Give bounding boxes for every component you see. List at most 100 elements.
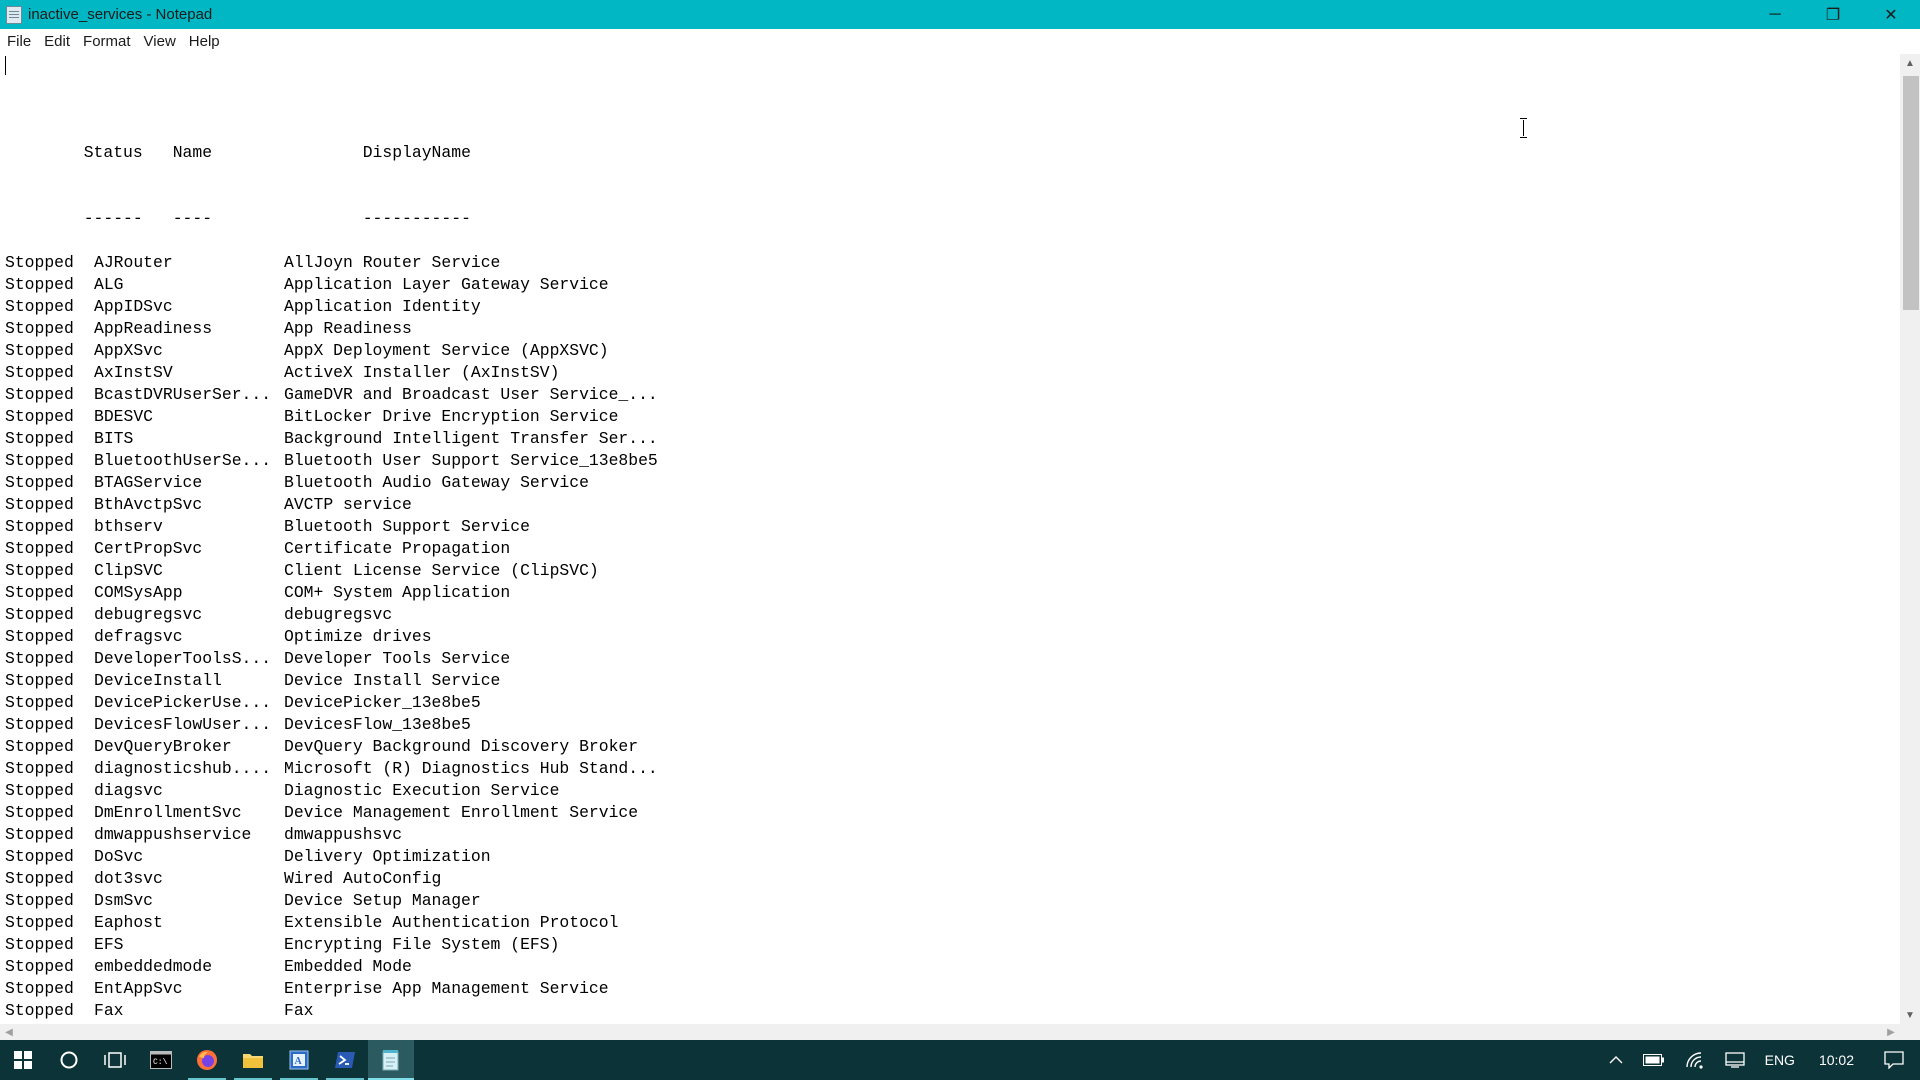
battery-button[interactable] (1633, 1040, 1675, 1080)
service-name: DevicePickerUse... (94, 693, 272, 712)
service-display-name: Bluetooth Audio Gateway Service (284, 473, 589, 492)
windows-start-icon (14, 1051, 32, 1069)
service-display-name: DevicesFlow_13e8be5 (284, 715, 471, 734)
service-row: Stopped DmEnrollmentSvc Device Management … (5, 802, 658, 824)
menu-bar: File Edit Format View Help (0, 29, 1920, 54)
taskbar-notepad[interactable] (368, 1040, 414, 1080)
service-display-name: Client License Service (ClipSVC) (284, 561, 599, 580)
service-status: Stopped (5, 253, 74, 272)
service-name: ALG (94, 275, 124, 294)
scroll-down-arrow-icon[interactable]: ▼ (1900, 1006, 1920, 1024)
service-name: AppXSvc (94, 341, 163, 360)
service-row: Stopped diagnosticshub.... Microsoft (R) D… (5, 758, 658, 780)
display-button[interactable] (1715, 1040, 1755, 1080)
cortana-button[interactable] (46, 1040, 92, 1080)
task-view-button[interactable] (92, 1040, 138, 1080)
service-name: dot3svc (94, 869, 163, 888)
service-display-name: ActiveX Installer (AxInstSV) (284, 363, 560, 382)
menu-edit[interactable]: Edit (37, 29, 76, 54)
service-row: Stopped DeviceInstall Device Install Servi… (5, 670, 658, 692)
clock-button[interactable]: 10:02 (1805, 1040, 1868, 1080)
battery-icon (1642, 1054, 1664, 1066)
taskbar-wordpad[interactable]: A (276, 1040, 322, 1080)
minimize-button[interactable]: ─ (1746, 0, 1804, 29)
taskbar-powershell[interactable] (322, 1040, 368, 1080)
start-button[interactable] (0, 1040, 46, 1080)
service-status: Stopped (5, 451, 74, 470)
service-status: Stopped (5, 385, 74, 404)
service-status: Stopped (5, 891, 74, 910)
scroll-right-arrow-icon[interactable]: ▶ (1882, 1024, 1900, 1040)
ibeam-cursor-icon (1519, 118, 1528, 138)
task-view-icon (104, 1052, 126, 1068)
taskbar-file-explorer[interactable] (230, 1040, 276, 1080)
service-display-name: Microsoft (R) Diagnostics Hub Stand... (284, 759, 658, 778)
close-button[interactable]: ✕ (1862, 0, 1920, 29)
service-status: Stopped (5, 935, 74, 954)
service-status: Stopped (5, 341, 74, 360)
scroll-left-arrow-icon[interactable]: ◀ (0, 1024, 18, 1040)
service-display-name: dmwappushsvc (284, 825, 403, 844)
vertical-scroll-thumb[interactable] (1903, 76, 1919, 310)
service-name: DevQueryBroker (94, 737, 232, 756)
service-row: Stopped DeveloperToolsS... Developer Tools… (5, 648, 658, 670)
service-name: EntAppSvc (94, 979, 183, 998)
text-editor[interactable]: Status Name DisplayName ------ ---- --------… (0, 54, 1900, 1024)
service-row: Stopped BcastDVRUserSer... GameDVR and Bro… (5, 384, 658, 406)
taskbar-terminal[interactable]: C:\ (138, 1040, 184, 1080)
title-bar[interactable]: inactive_services - Notepad ─ ❐ ✕ (0, 0, 1920, 29)
network-button[interactable] (1675, 1040, 1715, 1080)
service-name: ClipSVC (94, 561, 163, 580)
service-status: Stopped (5, 869, 74, 888)
input-language-button[interactable]: ENG (1755, 1040, 1805, 1080)
menu-file[interactable]: File (0, 29, 37, 54)
menu-format[interactable]: Format (76, 29, 137, 54)
service-row: Stopped AppIDSvc Application Identity (5, 296, 658, 318)
service-status: Stopped (5, 275, 74, 294)
service-name: DeviceInstall (94, 671, 222, 690)
window-controls: ─ ❐ ✕ (1746, 0, 1920, 29)
service-status: Stopped (5, 847, 74, 866)
service-status: Stopped (5, 539, 74, 558)
service-display-name: Enterprise App Management Service (284, 979, 609, 998)
service-row: Stopped CertPropSvc Certificate Propagatio… (5, 538, 658, 560)
restore-icon: ❐ (1825, 6, 1841, 24)
service-display-name: DevQuery Background Discovery Broker (284, 737, 639, 756)
service-status: Stopped (5, 297, 74, 316)
service-status: Stopped (5, 693, 74, 712)
vertical-scrollbar[interactable]: ▲ ▼ (1900, 54, 1920, 1024)
header-status: Status (83, 143, 143, 162)
service-status: Stopped (5, 605, 74, 624)
window-title: inactive_services - Notepad (28, 6, 213, 23)
service-name: DsmSvc (94, 891, 154, 910)
service-display-name: Bluetooth Support Service (284, 517, 530, 536)
show-hidden-icons-button[interactable] (1599, 1040, 1633, 1080)
maximize-button[interactable]: ❐ (1804, 0, 1862, 29)
service-row: Stopped bthserv Bluetooth Support Service (5, 516, 658, 538)
service-display-name: Device Install Service (284, 671, 501, 690)
service-row: Stopped AxInstSV ActiveX Installer (AxInst… (5, 362, 658, 384)
service-row: Stopped defragsvc Optimize drives (5, 626, 658, 648)
menu-help[interactable]: Help (182, 29, 226, 54)
service-name: BDESVC (94, 407, 154, 426)
header-row: Status Name DisplayName (5, 120, 658, 162)
notepad-icon (6, 5, 22, 24)
service-row: Stopped Eaphost Extensible Authentication … (5, 912, 658, 934)
scrollbar-corner (1900, 1024, 1920, 1040)
header-underline-row: ------ ---- ----------- (5, 186, 658, 228)
service-display-name: AppX Deployment Service (AppXSVC) (284, 341, 609, 360)
service-display-name: Optimize drives (284, 627, 432, 646)
service-status: Stopped (5, 715, 74, 734)
service-name: DmEnrollmentSvc (94, 803, 242, 822)
service-row: Stopped COMSysApp COM+ System Application (5, 582, 658, 604)
scroll-up-arrow-icon[interactable]: ▲ (1900, 54, 1920, 72)
action-center-button[interactable] (1868, 1040, 1920, 1080)
menu-view[interactable]: View (137, 29, 182, 54)
horizontal-scrollbar[interactable]: ◀ ▶ (0, 1024, 1900, 1040)
taskbar-firefox[interactable] (184, 1040, 230, 1080)
service-row: Stopped BTAGService Bluetooth Audio Gatewa… (5, 472, 658, 494)
service-status: Stopped (5, 473, 74, 492)
service-status: Stopped (5, 1001, 74, 1020)
service-name: EFS (94, 935, 124, 954)
service-name: embeddedmode (94, 957, 213, 976)
